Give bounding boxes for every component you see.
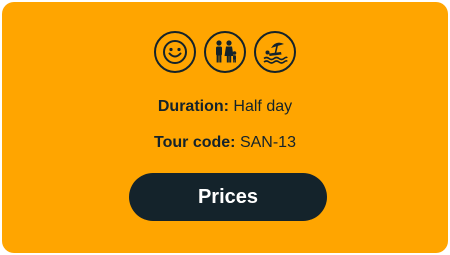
tour-code-value: SAN-13 xyxy=(239,134,296,151)
duration-label: Duration: xyxy=(157,98,229,115)
duration-value: Half day xyxy=(233,98,293,115)
tour-code-line: Tour code: SAN-13 xyxy=(2,133,448,153)
tour-feature-icons xyxy=(2,31,448,73)
family-icon xyxy=(204,31,246,73)
smiley-face-icon xyxy=(154,31,196,73)
tour-info-card: Duration: Half day Tour code: SAN-13 Pri… xyxy=(2,2,448,253)
beach-umbrella-icon xyxy=(254,31,296,73)
tour-code-label: Tour code: xyxy=(154,134,236,151)
duration-line: Duration: Half day xyxy=(2,97,448,117)
prices-button[interactable]: Prices xyxy=(129,173,327,221)
